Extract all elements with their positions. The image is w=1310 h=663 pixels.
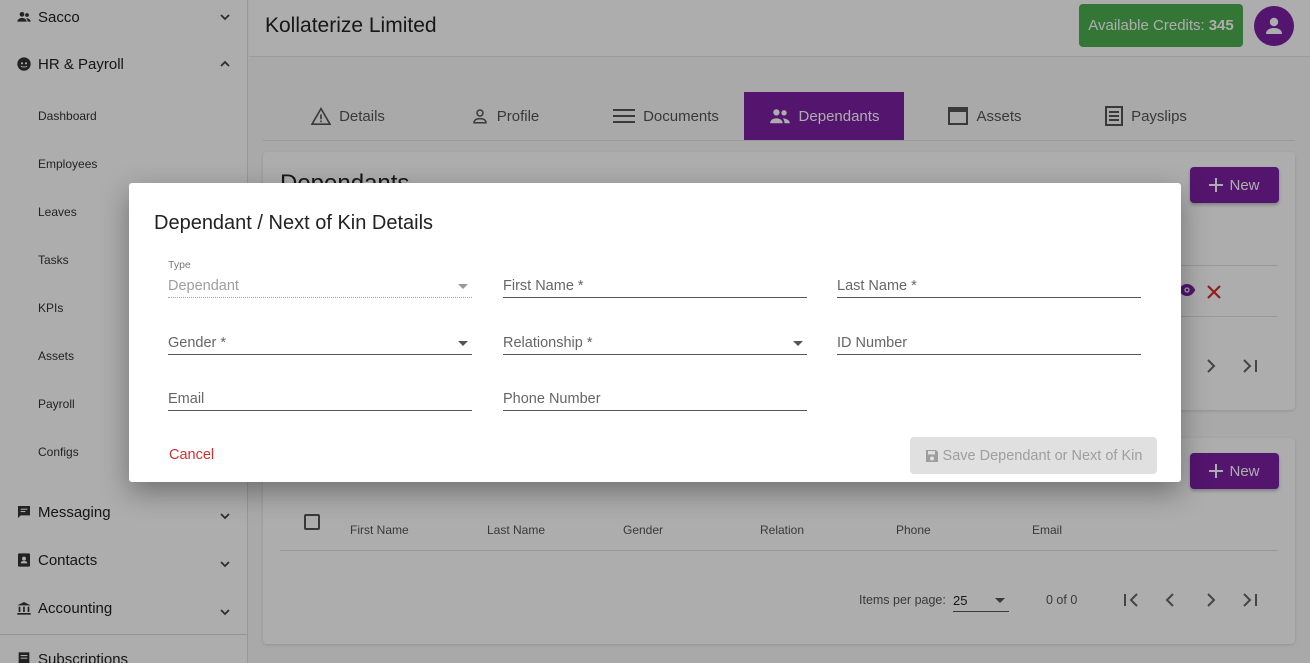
gender-select[interactable]: Gender * (168, 329, 472, 355)
type-select[interactable]: Dependant (168, 272, 472, 298)
dropdown-arrow-icon (793, 341, 803, 346)
type-floating-label: Type (168, 259, 191, 271)
save-label: Save Dependant or Next of Kin (942, 447, 1143, 464)
id-number-field[interactable]: ID Number (837, 329, 1141, 355)
dialog-title: Dependant / Next of Kin Details (154, 212, 434, 234)
dropdown-arrow-icon (458, 284, 468, 289)
last-name-field[interactable]: Last Name * (837, 272, 1141, 298)
save-icon (925, 449, 938, 462)
id-number-label: ID Number (837, 335, 908, 351)
first-name-label: First Name * (503, 278, 584, 294)
email-label: Email (168, 391, 205, 407)
relationship-label: Relationship * (503, 335, 593, 351)
phone-number-field[interactable]: Phone Number (503, 385, 807, 411)
cancel-button[interactable]: Cancel (169, 447, 214, 463)
email-field[interactable]: Email (168, 385, 472, 411)
type-value: Dependant (168, 278, 239, 294)
last-name-label: Last Name * (837, 278, 917, 294)
save-button[interactable]: Save Dependant or Next of Kin (910, 437, 1157, 474)
dropdown-arrow-icon (458, 341, 468, 346)
first-name-field[interactable]: First Name * (503, 272, 807, 298)
phone-number-label: Phone Number (503, 391, 601, 407)
dependant-dialog: Dependant / Next of Kin Details Type Dep… (129, 183, 1181, 482)
gender-label: Gender * (168, 335, 227, 351)
relationship-select[interactable]: Relationship * (503, 329, 807, 355)
